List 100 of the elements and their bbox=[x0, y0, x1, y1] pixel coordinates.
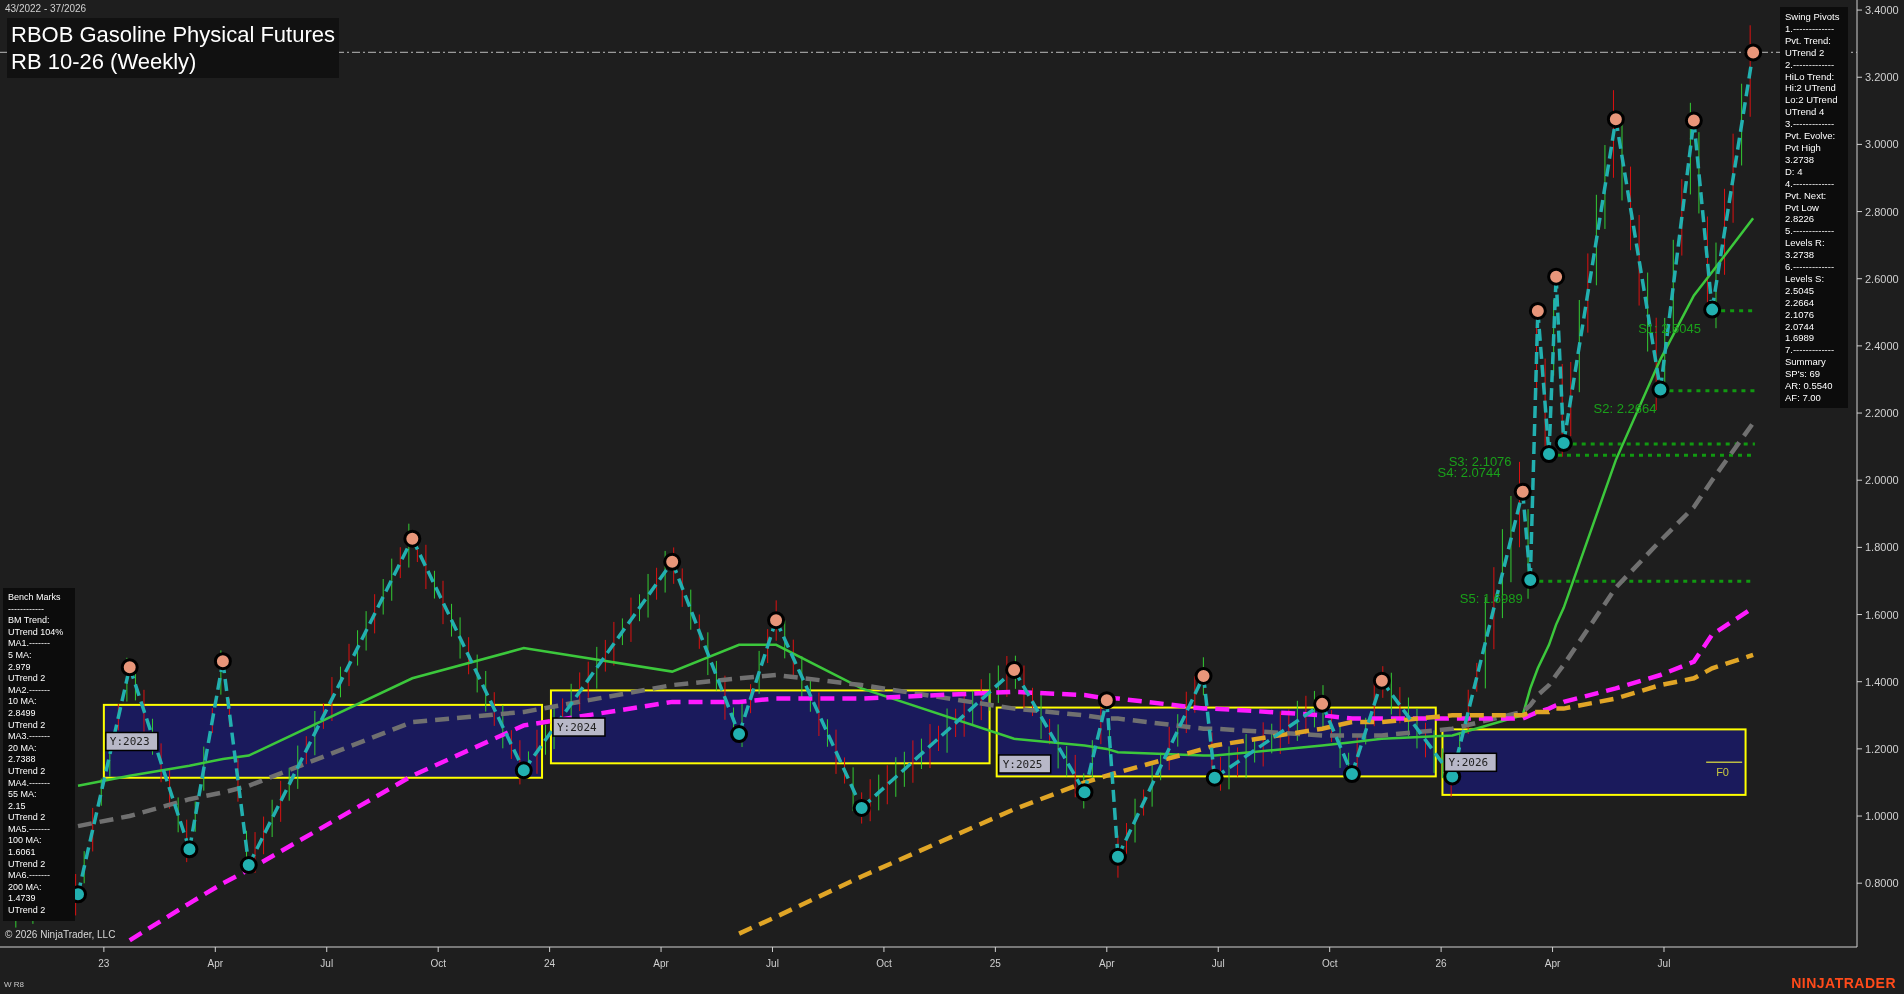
marker-label: F0 bbox=[1716, 766, 1729, 779]
panel-text: 200 MA: bbox=[8, 881, 43, 894]
x-axis-label: Jul bbox=[1657, 958, 1671, 969]
y-axis-label: 1.6000 bbox=[1865, 608, 1899, 621]
panel-text: Pvt. Trend: bbox=[1785, 34, 1832, 47]
year-label: Y:2023 bbox=[105, 731, 159, 752]
year-label: Y:2026 bbox=[1443, 752, 1498, 773]
x-axis-label: 23 bbox=[98, 958, 110, 969]
panel-text: 2.5045 bbox=[1785, 284, 1816, 297]
contract-title: RB 10-26 (Weekly) bbox=[11, 48, 198, 75]
panel-text: SP's: 69 bbox=[1785, 368, 1822, 381]
pivot-high-marker bbox=[663, 552, 682, 571]
panel-text: MA1.------- bbox=[8, 638, 51, 650]
panel-text: 1.4739 bbox=[8, 893, 37, 906]
panel-text: 55 MA: bbox=[8, 789, 38, 801]
account-label: W R8 bbox=[4, 980, 24, 989]
pivot-high-marker bbox=[1313, 694, 1332, 713]
panel-text: UTrend 2 bbox=[8, 673, 47, 685]
panel-text: Hi:2 UTrend bbox=[1785, 82, 1837, 95]
pivot-low-marker bbox=[1075, 783, 1094, 802]
panel-text: MA6.------- bbox=[8, 870, 51, 882]
pivot-low-marker bbox=[730, 725, 749, 744]
y-axis-label: 3.4000 bbox=[1865, 4, 1899, 17]
pivot-low-marker bbox=[1521, 570, 1540, 589]
y-axis-label: 1.4000 bbox=[1865, 675, 1899, 688]
x-axis-label: 24 bbox=[544, 958, 556, 969]
panel-text: 1.6061 bbox=[8, 847, 37, 859]
pivot-high-marker bbox=[403, 529, 422, 548]
copyright-text: © 2026 NinjaTrader, LLC bbox=[5, 929, 116, 940]
panel-text: Bench Marks bbox=[8, 592, 62, 604]
panel-text: UTrend 4 bbox=[1785, 106, 1826, 119]
pivot-low-marker bbox=[180, 840, 199, 859]
pivot-low-marker bbox=[852, 798, 871, 817]
x-axis-label: Jul bbox=[320, 958, 334, 969]
panel-text: Levels R: bbox=[1785, 237, 1826, 250]
panel-text: UTrend 2 bbox=[1785, 46, 1826, 59]
annotation: Y:2023 bbox=[109, 735, 150, 749]
x-axis-label: Apr bbox=[207, 958, 224, 969]
panel-text: UTrend 2 bbox=[8, 905, 47, 917]
panel-text: MA2.------- bbox=[8, 684, 51, 697]
y-axis-label: 2.4000 bbox=[1865, 339, 1899, 352]
date-range: 43/2022 - 37/2026 bbox=[5, 3, 87, 14]
panel-text: 10 MA: bbox=[8, 696, 38, 708]
panel-text: 100 MA: bbox=[8, 835, 43, 848]
annotation: Y:2025 bbox=[1002, 757, 1043, 771]
panel-text: 1.------------- bbox=[1785, 22, 1836, 35]
panel-text: 2.8226 bbox=[1785, 213, 1816, 226]
x-axis-label: 25 bbox=[989, 958, 1001, 969]
y-axis-label: 2.8000 bbox=[1865, 205, 1899, 218]
panel-text: 7.------------- bbox=[1785, 344, 1836, 357]
panel-text: 2.15 bbox=[8, 800, 27, 813]
panel-text: Swing Pivots bbox=[1785, 11, 1841, 23]
panel-text: 3.------------- bbox=[1785, 118, 1836, 131]
panel-text: Pvt. Next: bbox=[1785, 189, 1828, 202]
panel-text: Levels S: bbox=[1785, 272, 1826, 285]
panel-text: 2.7388 bbox=[8, 754, 37, 766]
pivot-low-marker bbox=[514, 761, 533, 780]
x-axis-label: Jul bbox=[766, 958, 779, 969]
panel-text: 2.979 bbox=[8, 661, 32, 674]
panel-text: UTrend 2 bbox=[8, 765, 47, 778]
pivot-low-marker bbox=[1554, 433, 1573, 452]
panel-text: 2.1076 bbox=[1785, 308, 1816, 321]
instrument-title: RBOB Gasoline Physical Futures bbox=[11, 21, 336, 48]
panel-text: 4.------------- bbox=[1785, 177, 1836, 190]
panel-text: 2.0744 bbox=[1785, 320, 1816, 333]
panel-text: Summary bbox=[1785, 356, 1827, 369]
pivot-high-marker bbox=[1684, 111, 1703, 130]
pivot-high-marker bbox=[1372, 671, 1391, 690]
y-axis-label: 1.8000 bbox=[1865, 541, 1899, 554]
pivot-low-marker bbox=[1703, 300, 1722, 319]
panel-text: UTrend 2 bbox=[8, 858, 47, 871]
panel-text: AR: 0.5540 bbox=[1785, 380, 1834, 392]
panel-text: Pvt Low bbox=[1785, 201, 1820, 214]
panel-text: AF: 7.00 bbox=[1785, 392, 1822, 404]
panel-text: MA3.------- bbox=[8, 731, 51, 743]
panel-text: 5.------------- bbox=[1785, 225, 1836, 238]
panel-text: Pvt High bbox=[1785, 141, 1822, 154]
pivot-high-marker bbox=[1528, 301, 1547, 320]
pivot-high-marker bbox=[1194, 667, 1213, 685]
panel-text: HiLo Trend: bbox=[1785, 70, 1836, 83]
x-axis-label: Apr bbox=[1544, 958, 1561, 969]
panel-text: D: 4 bbox=[1785, 165, 1804, 178]
brand-logo: NINJATRADER bbox=[1791, 975, 1896, 991]
y-axis-label: 0.8000 bbox=[1865, 877, 1899, 890]
panel-text: 2.8499 bbox=[8, 707, 37, 720]
pivot-low-marker bbox=[1205, 768, 1224, 787]
panel-text: 6.------------- bbox=[1785, 261, 1836, 273]
x-axis-label: Jul bbox=[1211, 958, 1225, 969]
pivot-low-marker bbox=[1651, 380, 1670, 399]
panel-text: 1.6989 bbox=[1785, 332, 1816, 345]
panel-text: 3.2738 bbox=[1785, 249, 1816, 262]
y-axis-label: 1.0000 bbox=[1865, 810, 1899, 823]
y-axis-label: 3.2000 bbox=[1865, 71, 1899, 84]
panel-text: Pvt. Evolve: bbox=[1785, 130, 1837, 142]
annotation: Y:2024 bbox=[556, 721, 598, 735]
panel-text: 2.------------- bbox=[1785, 58, 1836, 71]
marker-line bbox=[1705, 761, 1743, 764]
pivot-high-marker bbox=[120, 658, 139, 677]
support-label: S4: 2.0744 bbox=[1437, 465, 1501, 481]
pivot-low-marker bbox=[239, 856, 258, 875]
